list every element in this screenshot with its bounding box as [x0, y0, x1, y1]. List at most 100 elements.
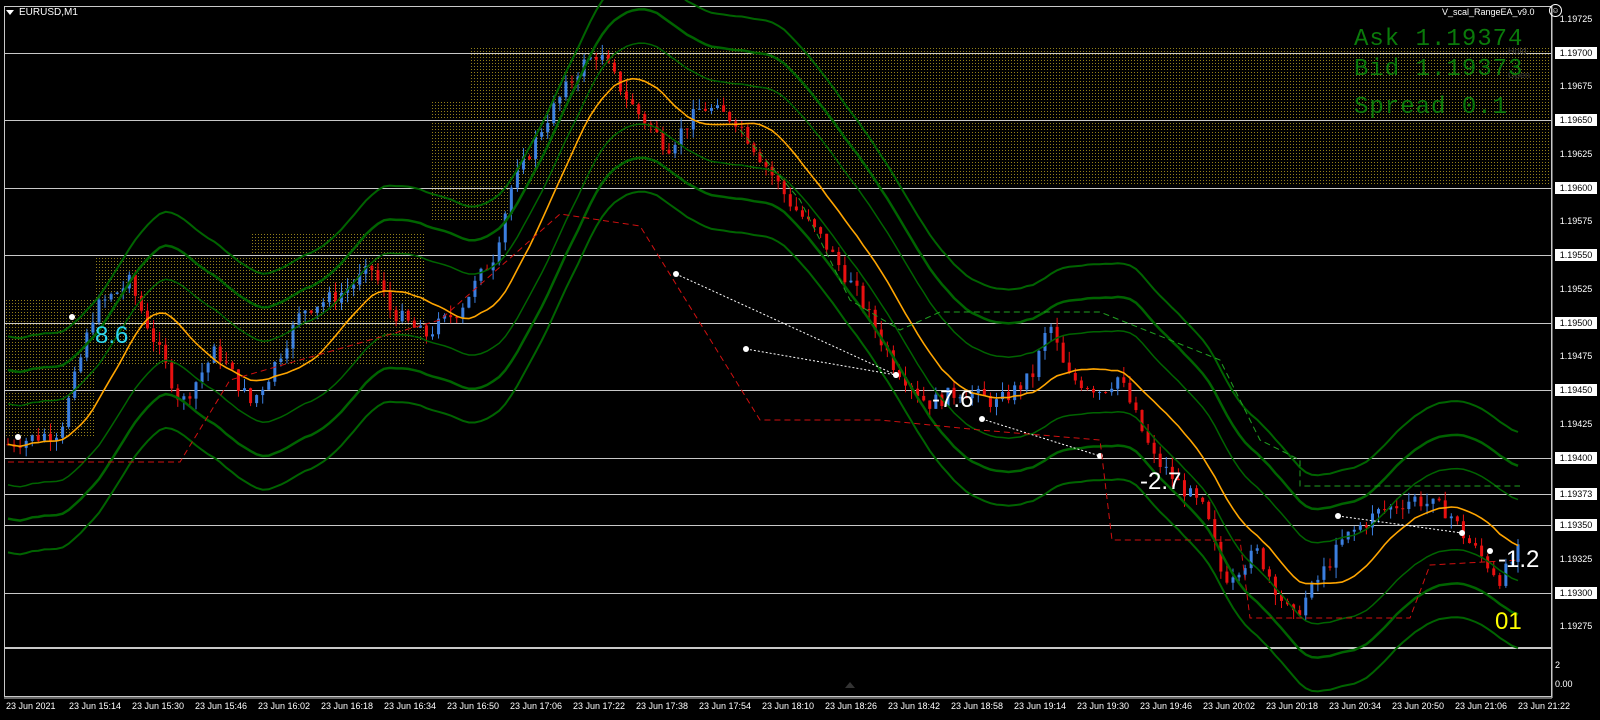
zone-block-4: [430, 100, 510, 220]
candle-body: [1249, 550, 1253, 569]
time-label: 23 Jun 20:50: [1392, 701, 1445, 711]
price-label: 1.19300: [1555, 587, 1597, 599]
candle-body: [1334, 544, 1338, 568]
candle-body: [1025, 373, 1029, 390]
candle-body: [1158, 453, 1162, 467]
candle-body: [158, 341, 162, 345]
sub-axis-zero: 0.00: [1555, 679, 1573, 689]
price-label: 1.19275: [1559, 621, 1593, 631]
candle-body: [321, 302, 325, 307]
candle-body: [928, 400, 932, 409]
candle-body: [1134, 402, 1138, 411]
candle-body: [503, 213, 507, 243]
candle-body: [703, 108, 707, 111]
candle-body: [855, 280, 859, 286]
trade-marker: [15, 434, 21, 440]
candle-body: [849, 280, 853, 283]
candle-body: [612, 62, 616, 72]
candle-body: [449, 315, 453, 318]
candle-body: [79, 357, 83, 372]
trade-marker: [893, 372, 899, 378]
price-label: 1.19600: [1555, 182, 1597, 194]
candle-body: [273, 362, 277, 382]
candle-body: [297, 313, 301, 325]
candle-body: [1201, 497, 1205, 502]
candle-body: [1443, 500, 1447, 519]
trade-marker: [979, 416, 985, 422]
time-label: 23 Jun 17:38: [636, 701, 689, 711]
candle-body: [388, 291, 392, 311]
indicator-subwindow: [4, 648, 1552, 697]
chart-title[interactable]: EURUSD,M1: [6, 7, 78, 18]
candle-body: [1395, 506, 1399, 509]
price-label: 1.19550: [1555, 249, 1597, 261]
candle-body: [697, 108, 701, 110]
price-label: 1.19525: [1559, 284, 1593, 294]
candle-body: [1195, 488, 1199, 498]
candle-body: [709, 108, 713, 111]
candle-body: [48, 433, 52, 441]
price-label: 1.19700: [1555, 47, 1597, 59]
trade-label-4: -1.2: [1498, 546, 1540, 573]
candle-body: [1437, 498, 1441, 501]
candle-body: [552, 103, 556, 123]
candle-body: [406, 310, 410, 321]
candle-body: [182, 396, 186, 400]
time-label: 23 Jun 19:46: [1140, 701, 1193, 711]
time-label: 23 Jun 15:14: [69, 701, 122, 711]
time-label: 23 Jun 18:58: [951, 701, 1004, 711]
price-label: 1.19350: [1555, 519, 1597, 531]
price-label: 1.19450: [1555, 384, 1597, 396]
candle-body: [788, 194, 792, 207]
time-label: 23 Jun 16:50: [447, 701, 500, 711]
trade-label-3: -2.7: [1140, 468, 1182, 495]
time-label: 23 Jun 19:14: [1014, 701, 1067, 711]
candle-body: [1467, 538, 1471, 544]
candle-body: [315, 306, 319, 313]
candle-body: [1431, 498, 1435, 504]
candle-body: [188, 396, 192, 399]
candle-body: [1255, 548, 1259, 551]
candle-body: [1189, 488, 1193, 497]
candle-body: [861, 285, 865, 309]
candle-body: [764, 162, 768, 167]
candle-body: [97, 299, 101, 323]
time-label: 23 Jun 18:42: [888, 701, 941, 711]
candle-body: [73, 371, 77, 398]
candle-body: [30, 435, 34, 441]
candle-body: [1092, 388, 1096, 393]
time-label: 23 Jun 17:54: [699, 701, 752, 711]
candle-body: [528, 156, 532, 159]
candle-body: [564, 81, 568, 98]
price-label: 1.19475: [1559, 351, 1593, 361]
candle-body: [716, 105, 720, 109]
candle-body: [267, 381, 271, 390]
candle-body: [194, 382, 198, 399]
candle-body: [200, 372, 204, 383]
candle-body: [631, 99, 635, 105]
time-label: 23 Jun 17:06: [510, 701, 563, 711]
candle-body: [825, 233, 829, 250]
candle-body: [1304, 597, 1308, 616]
candle-body: [1267, 569, 1271, 577]
candle-body: [843, 265, 847, 283]
trade-label-2: -7.6: [932, 386, 974, 413]
candle-body: [42, 433, 46, 441]
dropdown-triangle-icon[interactable]: [6, 10, 14, 15]
candle-body: [546, 122, 550, 133]
candle-body: [1358, 525, 1362, 530]
candle-body: [976, 388, 980, 393]
price-label: 1.19675: [1559, 81, 1593, 91]
price-label: 1.19650: [1555, 114, 1597, 126]
trade-marker: [1335, 513, 1341, 519]
time-label: 23 Jun 15:30: [132, 701, 185, 711]
candle-body: [394, 310, 398, 322]
price-label: 1.19725: [1559, 14, 1593, 24]
candle-body: [467, 296, 471, 308]
candle-body: [1104, 392, 1108, 394]
price-label: 1.19575: [1559, 216, 1593, 226]
candle-body: [782, 181, 786, 195]
candle-body: [1328, 566, 1332, 568]
candle-body: [1140, 410, 1144, 432]
trade-marker: [1487, 548, 1493, 554]
